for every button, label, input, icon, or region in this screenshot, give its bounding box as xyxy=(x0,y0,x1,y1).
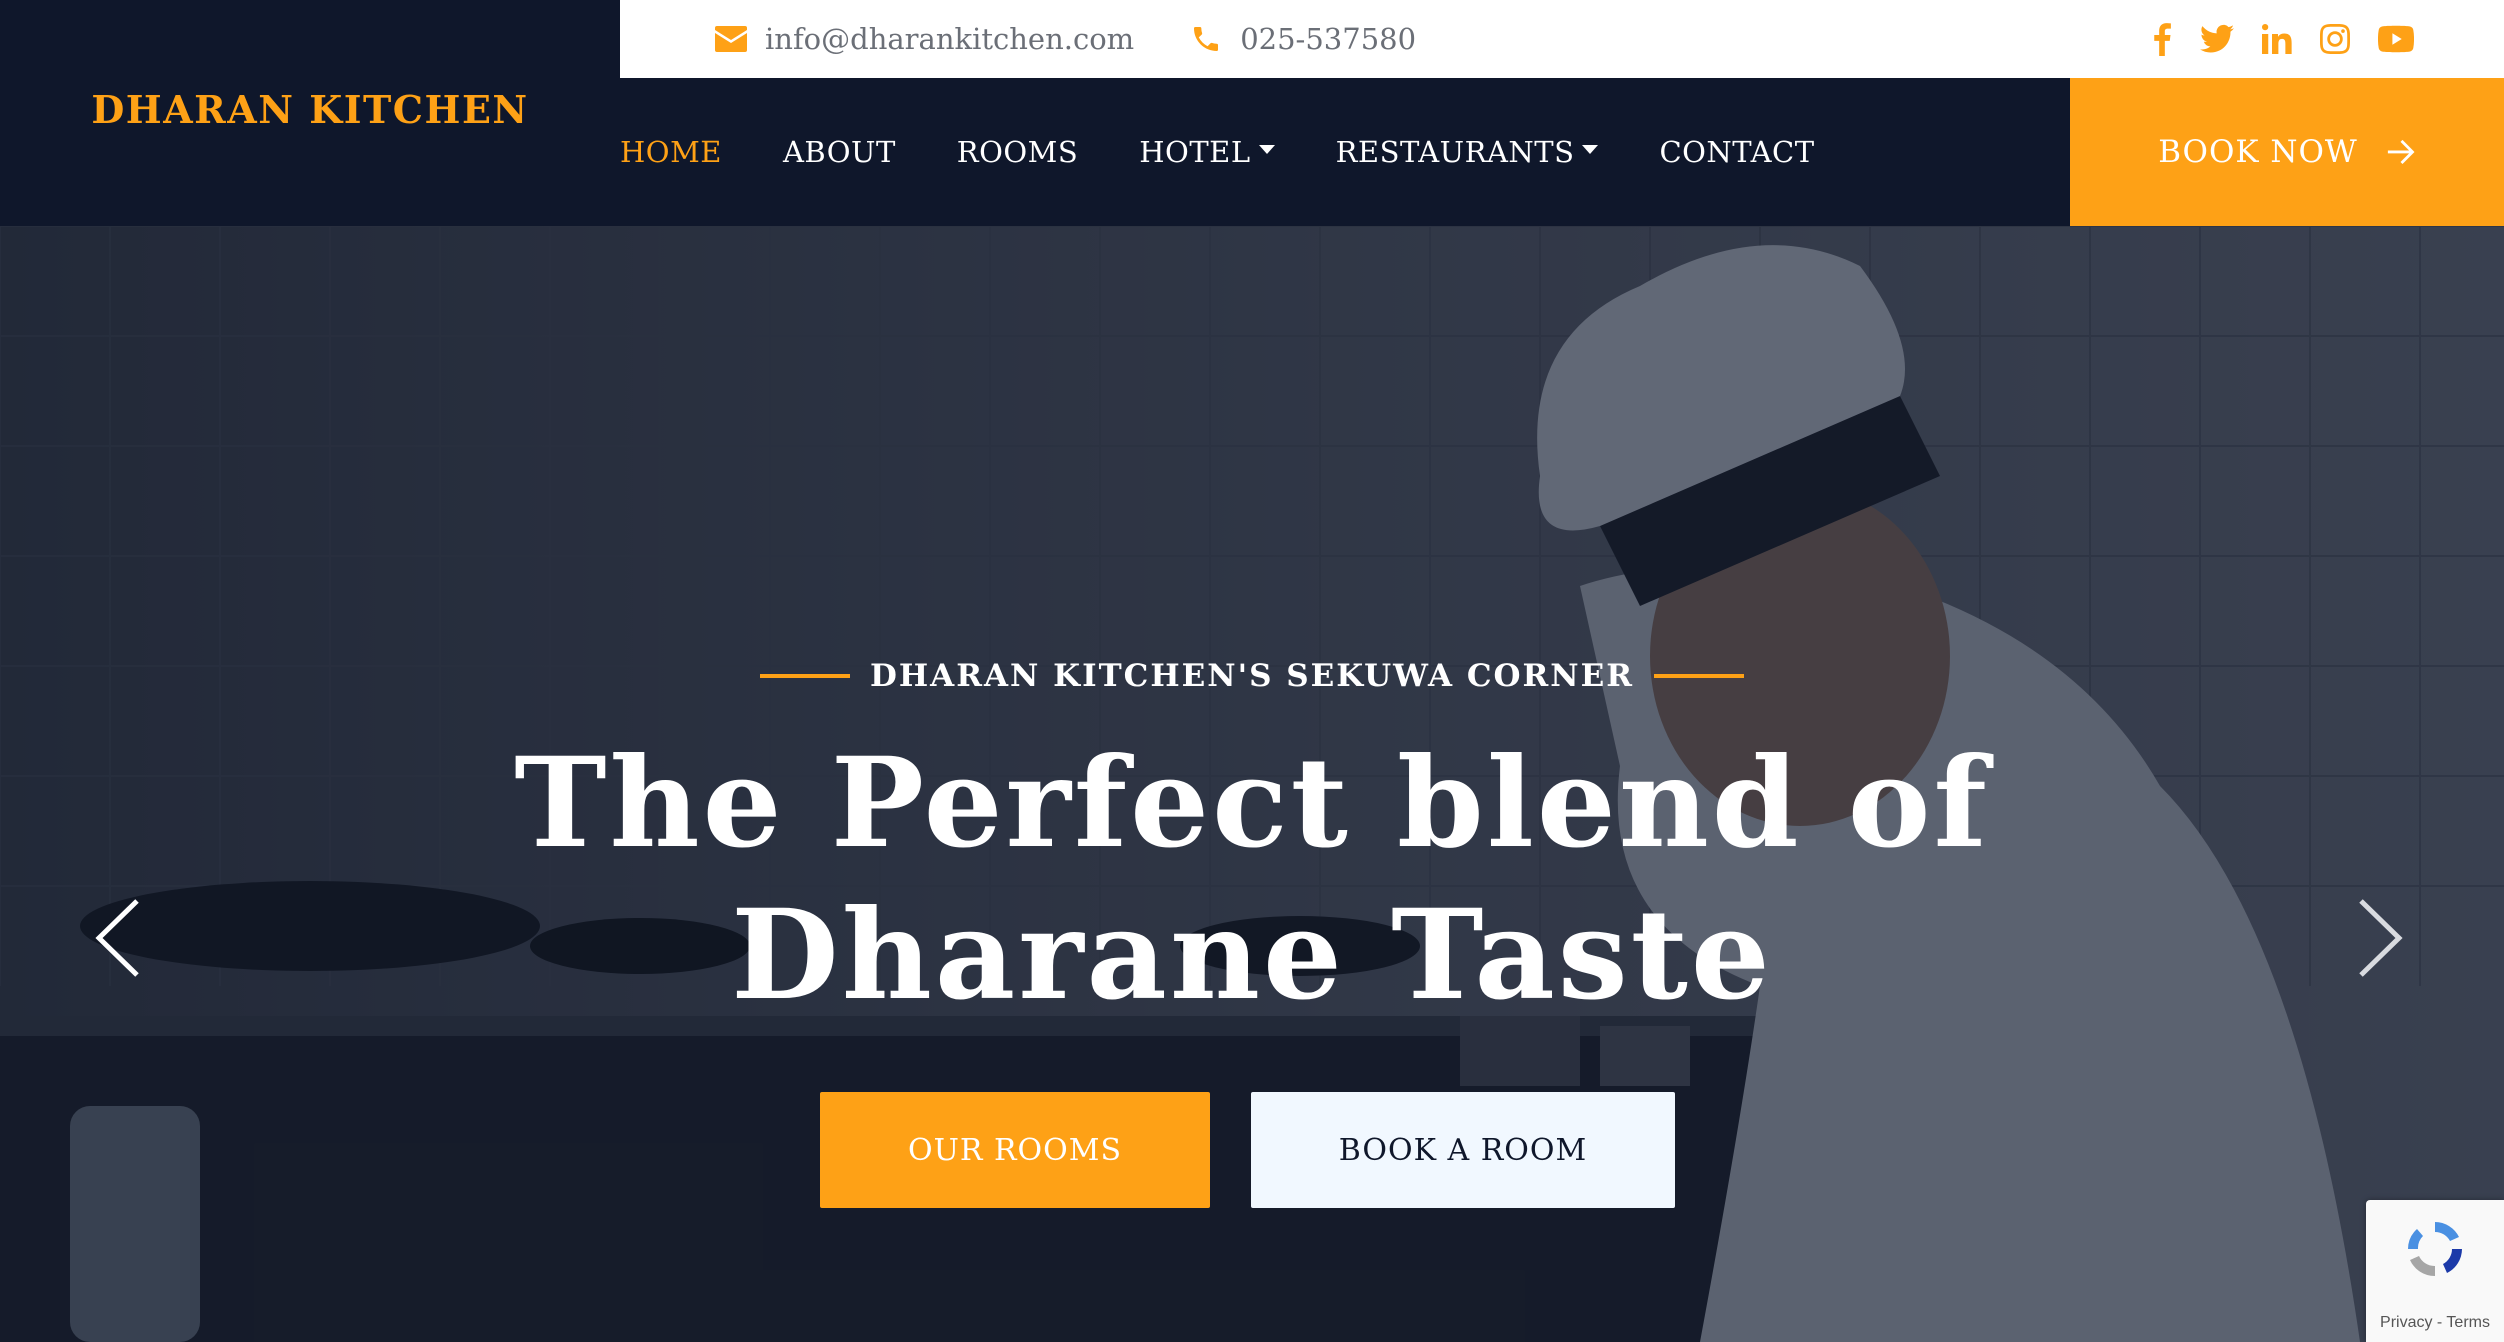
caret-down-icon xyxy=(1258,144,1275,154)
envelope-icon xyxy=(715,26,747,52)
linkedin-icon xyxy=(2262,24,2292,54)
main-navigation: HOME ABOUT ROOMS HOTEL RESTAURANTS CONTA… xyxy=(620,78,2504,226)
linkedin-link[interactable] xyxy=(2262,24,2292,54)
carousel-prev-button[interactable] xyxy=(88,888,148,988)
carousel-next-button[interactable] xyxy=(2350,888,2410,988)
nav-item-about[interactable]: ABOUT xyxy=(783,135,896,169)
brand-name[interactable]: DHARAN KITCHEN xyxy=(91,87,528,132)
recaptcha-links[interactable]: Privacy - Terms xyxy=(2380,1314,2490,1332)
hero-carousel: DHARAN KITCHEN'S SEKUWA CORNER The Perfe… xyxy=(0,226,2504,1342)
caret-down-icon xyxy=(1582,144,1599,154)
email-text: info@dharankitchen.com xyxy=(765,22,1135,56)
instagram-icon xyxy=(2320,24,2350,54)
our-rooms-button[interactable]: OUR ROOMS xyxy=(820,1092,1210,1208)
hero-headline: The Perfect blend of Dharane Taste xyxy=(0,728,2504,1032)
arrow-right-icon xyxy=(2387,139,2415,164)
contact-phone[interactable]: 025-537580 xyxy=(1190,22,1416,56)
social-links xyxy=(2152,22,2414,56)
hero-eyebrow: DHARAN KITCHEN'S SEKUWA CORNER xyxy=(0,658,2504,694)
facebook-link[interactable] xyxy=(2152,22,2172,56)
nav-item-home[interactable]: HOME xyxy=(620,135,722,169)
book-now-button[interactable]: BOOK NOW xyxy=(2070,78,2504,226)
chevron-left-icon xyxy=(95,899,139,977)
eyebrow-rule-right xyxy=(1654,674,1744,678)
facebook-icon xyxy=(2154,23,2171,56)
twitter-icon xyxy=(2200,24,2234,53)
nav-item-rooms[interactable]: ROOMS xyxy=(957,135,1078,169)
top-bar: info@dharankitchen.com 025-537580 xyxy=(620,0,2504,78)
chevron-right-icon xyxy=(2359,899,2403,977)
nav-item-restaurants[interactable]: RESTAURANTS xyxy=(1336,135,1599,169)
hero-headline-line1: The Perfect blend of xyxy=(514,731,1990,876)
hero-headline-line2: Dharane Taste xyxy=(731,883,1773,1028)
brand-block[interactable]: DHARAN KITCHEN xyxy=(0,0,620,226)
phone-text: 025-537580 xyxy=(1240,22,1417,56)
contact-email[interactable]: info@dharankitchen.com xyxy=(715,22,1134,56)
phone-icon xyxy=(1194,27,1219,51)
instagram-link[interactable] xyxy=(2320,24,2350,54)
book-a-room-button[interactable]: BOOK A ROOM xyxy=(1251,1092,1675,1208)
nav-item-hotel[interactable]: HOTEL xyxy=(1139,135,1275,169)
twitter-link[interactable] xyxy=(2200,24,2234,54)
youtube-icon xyxy=(2378,25,2414,53)
hero-slide: DHARAN KITCHEN'S SEKUWA CORNER The Perfe… xyxy=(0,226,2504,1342)
nav-item-contact[interactable]: CONTACT xyxy=(1659,135,1814,169)
recaptcha-icon xyxy=(2408,1222,2462,1277)
eyebrow-rule-left xyxy=(759,674,850,678)
hero-eyebrow-text: DHARAN KITCHEN'S SEKUWA CORNER xyxy=(869,658,1634,694)
youtube-link[interactable] xyxy=(2378,25,2414,53)
nav-links: HOME ABOUT ROOMS HOTEL RESTAURANTS CONTA… xyxy=(620,135,1876,169)
recaptcha-badge[interactable]: Privacy - Terms xyxy=(2366,1200,2504,1342)
